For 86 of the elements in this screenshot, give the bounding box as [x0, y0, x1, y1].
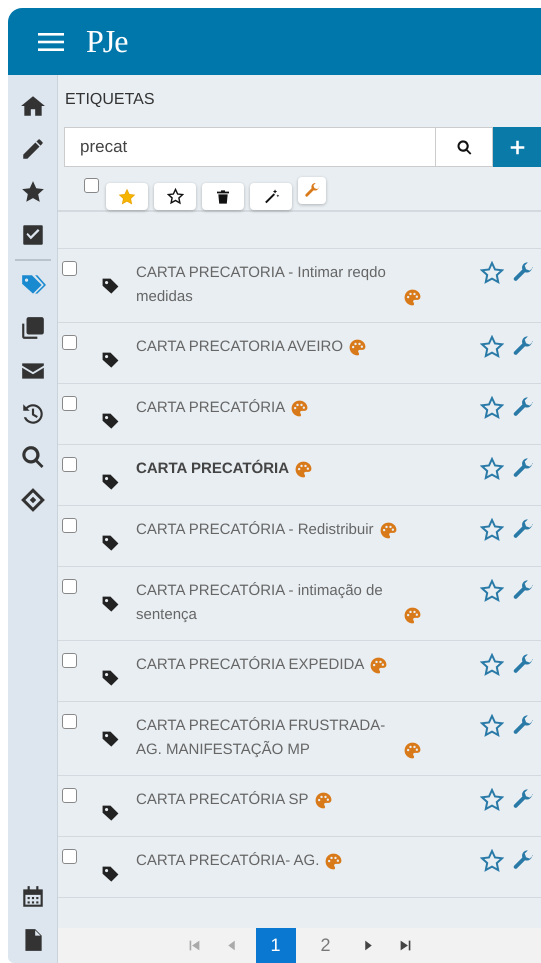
wrench-icon[interactable]	[512, 714, 535, 737]
palette-icon[interactable]	[403, 606, 422, 625]
palette-icon[interactable]	[369, 656, 388, 675]
tag-name[interactable]: CARTA PRECATÓRIA - Redistribuir	[136, 518, 374, 542]
palette-icon[interactable]	[348, 338, 368, 357]
palette-icon[interactable]	[403, 288, 422, 307]
wrench-icon[interactable]	[512, 396, 535, 419]
star-outline-icon[interactable]	[480, 518, 504, 542]
tag-name[interactable]: CARTA PRECATORIA AVEIRO	[136, 335, 344, 359]
tag-name[interactable]: CARTA PRECATÓRIA EXPEDIDA	[136, 653, 364, 677]
palette-icon[interactable]	[324, 852, 344, 871]
wrench-icon[interactable]	[512, 261, 535, 284]
wrench-icon[interactable]	[512, 788, 535, 811]
add-button[interactable]	[493, 127, 541, 167]
palette-icon[interactable]	[290, 399, 310, 418]
row-checkbox[interactable]	[62, 396, 77, 411]
star-outline-button[interactable]	[154, 183, 196, 210]
wrench-icon	[304, 182, 320, 199]
star-outline-icon[interactable]	[480, 579, 504, 603]
diamond-logo-icon[interactable]	[20, 487, 46, 513]
tag-icon	[101, 412, 120, 431]
star-outline-icon[interactable]	[480, 335, 504, 359]
magic-wand-icon	[262, 188, 280, 205]
page-button[interactable]: 1	[256, 928, 296, 963]
menu-icon[interactable]	[38, 32, 64, 52]
first-page-icon[interactable]	[188, 939, 200, 952]
star-outline-icon[interactable]	[480, 396, 504, 420]
star-icon	[118, 188, 136, 206]
plus-icon	[508, 138, 526, 156]
tag-name[interactable]: CARTA PRECATORIA - Intimar reqdo medidas	[136, 261, 398, 309]
panel-title: ETIQUETAS	[64, 90, 156, 110]
tag-icon	[101, 595, 120, 614]
tag-icon	[101, 534, 120, 553]
tag-icon	[101, 804, 120, 823]
row-checkbox[interactable]	[62, 788, 77, 803]
wrench-button[interactable]	[298, 177, 326, 204]
tag-name[interactable]: CARTA PRECATÓRIA - intimação de sentença	[136, 579, 398, 627]
logo[interactable]: PJe	[86, 23, 128, 60]
star-outline-icon[interactable]	[480, 788, 504, 812]
star-filled-button[interactable]	[106, 183, 148, 210]
row-checkbox[interactable]	[62, 335, 77, 350]
wand-button[interactable]	[250, 183, 292, 210]
tag-icon	[101, 473, 120, 492]
star-outline-icon[interactable]	[480, 261, 504, 285]
palette-icon[interactable]	[378, 521, 398, 540]
search-icon[interactable]	[20, 444, 46, 470]
star-outline-icon[interactable]	[480, 653, 504, 677]
copy-icon[interactable]	[20, 315, 46, 341]
row-checkbox[interactable]	[62, 849, 77, 864]
star-outline-icon[interactable]	[480, 714, 504, 738]
tag-icon	[101, 351, 120, 370]
tag-icon	[101, 730, 120, 749]
tag-name[interactable]: CARTA PRECATÓRIA	[136, 457, 290, 481]
tag-name[interactable]: CARTA PRECATÓRIA- AG.	[136, 849, 320, 873]
search-field[interactable]: precat	[64, 127, 435, 167]
palette-icon[interactable]	[403, 741, 422, 760]
wrench-icon[interactable]	[512, 653, 535, 676]
search-button[interactable]	[435, 127, 493, 167]
wrench-icon[interactable]	[512, 518, 535, 541]
palette-icon[interactable]	[294, 460, 314, 479]
wrench-icon[interactable]	[512, 335, 535, 358]
row-checkbox[interactable]	[62, 714, 77, 729]
palette-icon[interactable]	[314, 791, 333, 810]
row-checkbox[interactable]	[62, 579, 77, 594]
tag-name[interactable]: CARTA PRECATÓRIA FRUSTRADA- AG. MANIFESTAÇÃO MP	[136, 714, 398, 762]
tag-icon	[101, 865, 120, 884]
wrench-icon[interactable]	[512, 849, 535, 872]
tag-icon	[101, 277, 120, 296]
row-checkbox[interactable]	[62, 457, 77, 472]
trash-button[interactable]	[202, 183, 244, 210]
search-icon	[456, 138, 472, 156]
star-outline-icon[interactable]	[480, 849, 504, 873]
trash-icon	[215, 188, 231, 204]
row-checkbox[interactable]	[62, 261, 77, 276]
wrench-icon[interactable]	[512, 579, 535, 602]
tag-icon	[101, 669, 120, 688]
last-page-icon[interactable]	[398, 939, 412, 952]
row-checkbox[interactable]	[62, 518, 77, 533]
star-outline-icon	[166, 188, 184, 205]
row-checkbox[interactable]	[62, 653, 77, 668]
page-button[interactable]: 2	[308, 928, 344, 963]
wrench-icon[interactable]	[512, 457, 535, 480]
select-all-checkbox[interactable]	[84, 178, 99, 193]
star-outline-icon[interactable]	[480, 457, 504, 481]
tag-name[interactable]: CARTA PRECATÓRIA SP	[136, 788, 309, 812]
tag-name[interactable]: CARTA PRECATÓRIA	[136, 396, 286, 420]
